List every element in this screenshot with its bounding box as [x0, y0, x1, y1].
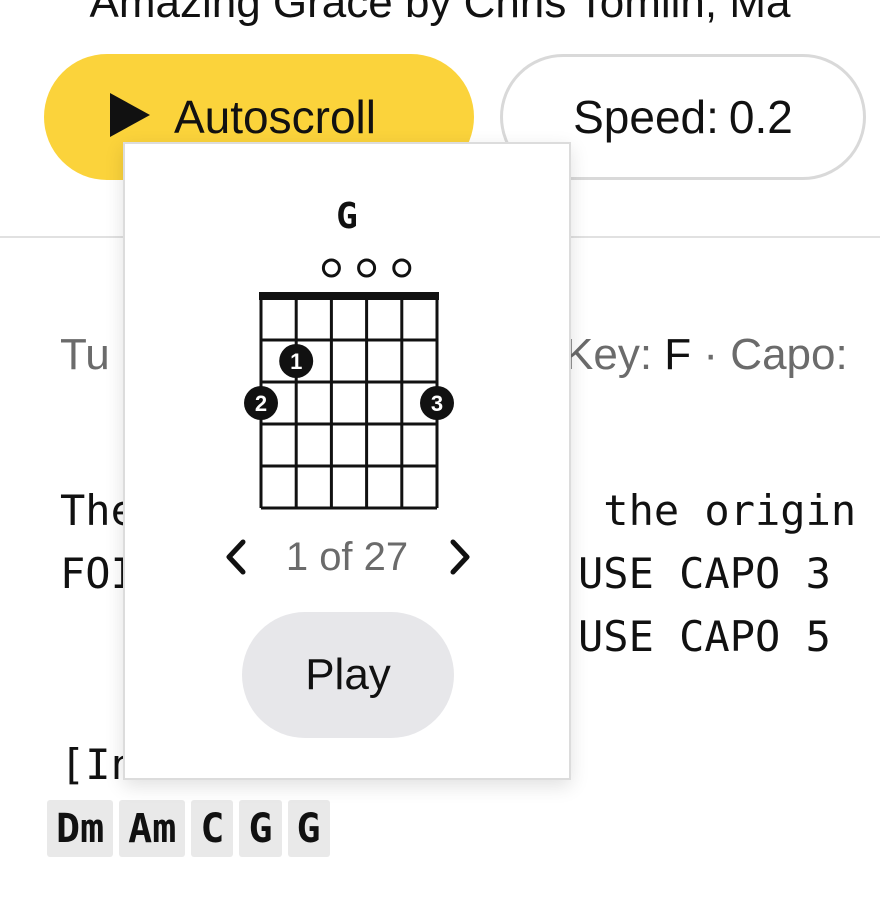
chord-chip-c[interactable]: C [191, 800, 234, 857]
variation-counter: 1 of 27 [125, 532, 569, 582]
chord-nut [259, 292, 439, 300]
key-capo-info: Key: F · Capo: [564, 330, 848, 380]
variation-current: 1 [285, 535, 309, 579]
next-variation-button[interactable] [437, 532, 481, 582]
finger-number: 3 [431, 391, 443, 416]
speed-value: 0.2 [728, 91, 793, 143]
finger-number: 1 [290, 349, 302, 374]
play-icon [110, 93, 150, 137]
open-string-marker [392, 258, 412, 278]
chord-chip-dm[interactable]: Dm [47, 800, 114, 857]
open-string-marker [321, 258, 341, 278]
chord-chip-row: Dm Am C G G [47, 800, 330, 857]
key-value[interactable]: F [664, 330, 691, 379]
open-string-marker [357, 258, 377, 278]
chord-variation-pager: 1 of 27 [125, 532, 569, 582]
capo-label: Capo: [730, 330, 848, 379]
tuning-label: Tu [60, 330, 110, 379]
finger-number: 2 [255, 391, 267, 416]
tab-line-2-right: USE CAPO 3 [578, 549, 831, 598]
play-chord-button[interactable]: Play [242, 612, 454, 738]
autoscroll-label: Autoscroll [174, 91, 376, 143]
song-title: Amazing Grace by Chris Tomlin, Ma [89, 0, 791, 27]
key-label: Key: [564, 330, 653, 379]
chord-chip-g[interactable]: G [239, 800, 282, 857]
variation-total: 27 [363, 535, 409, 579]
chord-diagram-popup: G 213 1 of 27 Play [123, 142, 571, 780]
speed-label: Speed: [573, 91, 719, 143]
chevron-right-icon [450, 539, 470, 575]
chord-chip-am[interactable]: Am [119, 800, 186, 857]
variation-of: of [319, 535, 353, 579]
song-meta: Tu Key: F · Capo: [60, 330, 848, 380]
tab-page: Amazing Grace by Chris Tomlin, Ma Autosc… [0, 0, 880, 914]
tab-line-3-right: USE CAPO 5 [578, 612, 831, 661]
chord-chip-g[interactable]: G [287, 800, 330, 857]
meta-separator: · [703, 330, 719, 379]
tab-line-1-right: the origin [578, 486, 857, 535]
chord-diagram: 21 3 [244, 258, 454, 510]
